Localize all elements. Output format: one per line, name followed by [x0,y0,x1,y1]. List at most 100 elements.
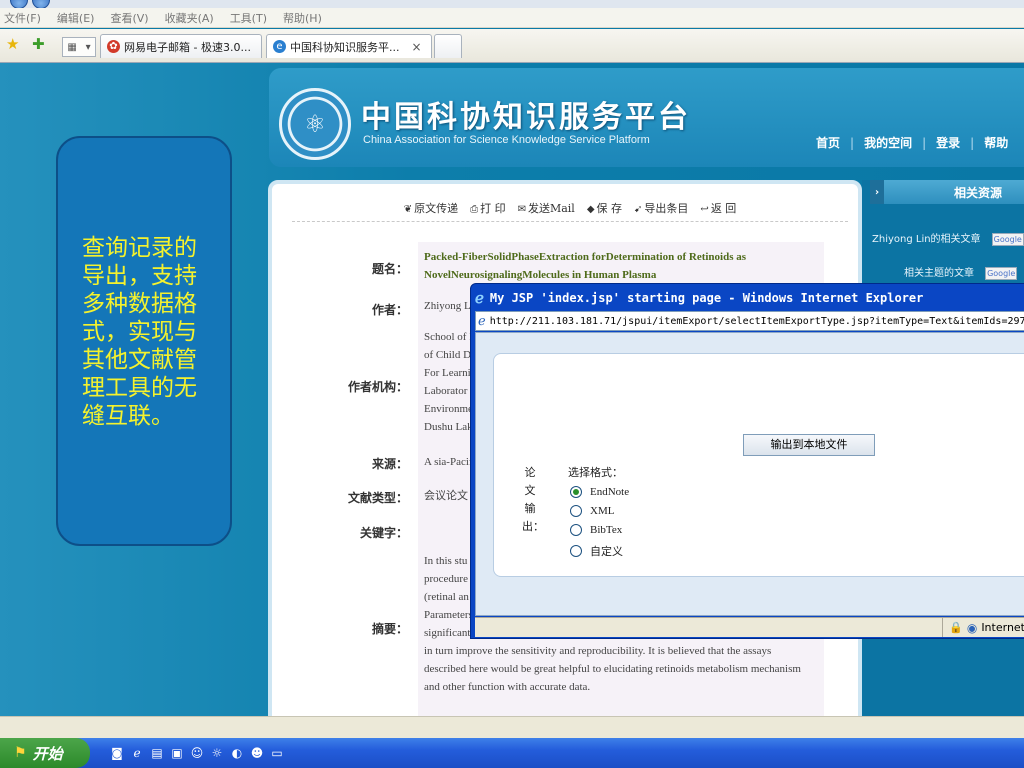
close-tab-icon[interactable]: × [412,40,422,54]
window-top-strip [0,0,1024,9]
browser-status-bar [0,716,1024,738]
user-icon[interactable]: ☺ [188,744,206,762]
internet-zone: 🔒 ◉ Internet [949,620,1024,635]
cast-logo-icon: ⚛ [279,88,351,160]
ie-launch-icon[interactable]: ℯ [128,744,146,762]
format-option-endnote[interactable]: EndNote [570,486,629,498]
label-keywords: 关键字： [359,526,408,540]
return-icon: ↩ [700,203,709,215]
site-title: 中国科协知识服务平台 [361,100,691,135]
nav-separator: | [850,135,855,150]
ie-page-icon: ℯ [478,313,486,329]
mail-icon: ✉ [517,203,526,215]
print-button[interactable]: ⎙ 打 印 [470,200,506,216]
full-text-delivery-button[interactable]: ❦ 原文传递 [404,200,458,216]
author-value[interactable]: Zhiyong L [424,297,471,315]
affiliation-value: School of B of Child D For Learni Labora… [424,331,477,433]
chat-icon[interactable]: ☻ [248,744,266,762]
label-affiliation: 作者机构： [347,380,408,394]
security-icon: 🔒 [949,621,963,634]
export-to-local-file-button[interactable]: 输出到本地文件 [743,434,875,456]
nav-login[interactable]: 登录 [936,134,960,151]
radio-bibtex[interactable] [570,524,582,536]
send-mail-button[interactable]: ✉ 发送Mail [518,200,575,216]
popup-status-bar: 🔒 ◉ Internet [475,617,1024,637]
desktop-icon[interactable]: ◙ [108,744,126,762]
related-resources-header: › 相关资源 [870,180,1024,204]
top-nav: 首页 | 我的空间 | 登录 | 帮助 [816,134,1008,151]
tab-label: 中国科协知识服务平... [290,40,400,54]
windows-flag-icon: ⚑ [14,745,27,761]
start-button[interactable]: ⚑ 开始 [0,738,90,768]
tab-netease-mail[interactable]: ✿ 网易电子邮箱 - 极速3.0... [100,34,262,58]
export-popup-window: ℯ My JSP 'index.jsp' starting page - Win… [470,283,1024,639]
status-cells [475,618,944,637]
format-option-xml[interactable]: XML [570,505,614,517]
menu-help[interactable]: 帮助(H) [283,10,322,26]
popup-body: 输出到本地文件 论文输出： 选择格式： EndNote XML BibTex 自… [475,332,1024,616]
google-search-button[interactable]: Google [985,266,1018,280]
nav-separator: | [922,135,927,150]
save-button[interactable]: ◆ 保 存 [587,200,622,216]
app-icon[interactable]: ☼ [208,744,226,762]
export-icon: ➹ [634,203,643,215]
menu-tools[interactable]: 工具(T) [230,10,267,26]
globe-icon: ◉ [966,620,978,635]
media-icon[interactable]: ◐ [228,744,246,762]
quick-tabs-icon[interactable]: ▦ ▾ [62,37,96,57]
delivery-icon: ❦ [403,203,413,215]
annotation-callout: 查询记录的导出，支持多种数据格式，实现与其他文献管理工具的无缝互联。 [56,136,232,546]
tab-cast-platform[interactable]: e 中国科协知识服务平... × [266,34,432,58]
nav-home[interactable]: 首页 [816,134,840,151]
save-icon: ◆ [586,203,595,215]
menu-view[interactable]: 查看(V) [110,10,148,26]
related-author-articles: Zhiyong Lin的相关文章 Google [872,232,1024,246]
google-search-button[interactable]: Google [991,232,1024,246]
menu-edit[interactable]: 编辑(E) [57,10,95,26]
format-option-bibtex[interactable]: BibTex [570,524,622,536]
site-subtitle: China Association for Science Knowledge … [363,134,650,146]
favorites-star-icon[interactable]: ★ [6,35,19,53]
taskbar: ⚑ 开始 ◙ ℯ ▤ ▣ ☺ ☼ ◐ ☻ ▭ [0,738,1024,768]
window-icon[interactable]: ▭ [268,744,286,762]
chevron-right-icon: › [870,180,884,204]
tab-label: 网易电子邮箱 - 极速3.0... [124,40,251,54]
label-doc-type: 文献类型： [347,491,408,505]
label-source: 来源： [371,457,408,471]
label-abstract: 摘要： [371,622,408,636]
format-option-custom[interactable]: 自定义 [570,543,623,559]
format-label: 选择格式： [568,466,623,479]
menu-file[interactable]: 文件(F) [4,10,41,26]
popup-title: My JSP 'index.jsp' starting page - Windo… [489,291,924,305]
popup-address-bar[interactable]: ℯ http://211.103.181.71/jspui/itemExport… [475,311,1024,331]
label-title: 题名： [371,262,408,276]
back-button[interactable]: ↩ 返 回 [700,200,736,216]
popup-title-bar[interactable]: ℯ My JSP 'index.jsp' starting page - Win… [475,286,1024,310]
popup-url: http://211.103.181.71/jspui/itemExport/s… [489,315,1024,327]
printer-icon: ⎙ [470,203,479,215]
related-topic-articles: 相关主题的文章 Google [904,266,1018,280]
doc-type-value: 会议论文 [424,490,468,502]
export-form: 输出到本地文件 论文输出： 选择格式： EndNote XML BibTex 自… [493,353,1024,577]
source-value: A sia-Pacif [424,456,473,468]
callout-text: 查询记录的导出，支持多种数据格式，实现与其他文献管理工具的无缝互联。 [82,235,197,429]
nav-help[interactable]: 帮助 [984,134,1008,151]
title-value: Packed-FiberSolidPhaseExtraction forDete… [424,251,747,281]
ie-icon: e [273,40,286,53]
record-toolbar: ❦ 原文传递 ⎙ 打 印 ✉ 发送Mail ◆ 保 存 ➹ 导出条目 ↩ 返 回 [292,194,848,222]
related-resources-title: 相关资源 [954,185,1003,200]
explorer-icon[interactable]: ▣ [168,744,186,762]
paper-output-label: 论文输出： [522,466,544,533]
add-favorite-icon[interactable]: ✚ [32,35,45,53]
notepad-icon[interactable]: ▤ [148,744,166,762]
menu-bar: 文件(F) 编辑(E) 查看(V) 收藏夹(A) 工具(T) 帮助(H) [0,8,1024,28]
radio-endnote[interactable] [570,486,582,498]
nav-my-space[interactable]: 我的空间 [864,134,912,151]
label-author: 作者： [371,303,408,317]
export-entry-button[interactable]: ➹ 导出条目 [634,200,688,216]
netease-icon: ✿ [107,40,120,53]
menu-favorites[interactable]: 收藏夹(A) [165,10,214,26]
radio-xml[interactable] [570,505,582,517]
new-tab-button[interactable] [434,34,462,58]
radio-custom[interactable] [570,545,582,557]
